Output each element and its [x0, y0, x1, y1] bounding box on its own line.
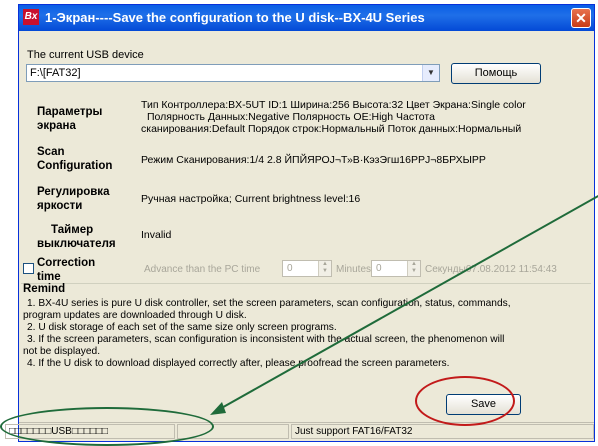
- status-pane-middle: [177, 424, 289, 439]
- minutes-value: 0: [287, 263, 293, 274]
- remind-line: 3. If the screen parameters, scan config…: [27, 334, 505, 345]
- minutes-label: Minutes: [336, 264, 372, 275]
- seconds-stepper[interactable]: 0 ▲ ▼: [371, 260, 421, 277]
- status-usb-indicator: □□□□□□□USB□□□□□□: [5, 424, 175, 439]
- minutes-stepper[interactable]: 0 ▲ ▼: [282, 260, 332, 277]
- usb-device-label: The current USB device: [27, 49, 144, 61]
- brightness-title: Регулировка яркости: [37, 186, 110, 212]
- remind-line: 4. If the U disk to download displayed c…: [27, 358, 450, 369]
- usb-device-select[interactable]: F:\[FAT32] ▼: [26, 64, 440, 82]
- window-title: 1-Экран----Save the configuration to the…: [45, 10, 425, 25]
- advance-label: Advance than the PC time: [144, 264, 261, 275]
- remind-title: Remind: [23, 283, 66, 295]
- save-button[interactable]: Save: [446, 394, 521, 415]
- close-button[interactable]: ✕: [571, 8, 591, 28]
- remind-line: program updates are downloaded through U…: [23, 310, 247, 321]
- spin-arrows-icon[interactable]: ▲ ▼: [407, 261, 420, 276]
- brightness-value: Ручная настройка; Current brightness lev…: [141, 193, 361, 205]
- remind-line: not be displayed.: [23, 346, 101, 357]
- screen-params-title: Параметры экрана: [37, 106, 103, 132]
- seconds-label: Секунды07.08.2012 11:54:43: [425, 264, 557, 275]
- scan-config-title: Scan Configuration: [37, 146, 113, 172]
- timer-value: Invalid: [141, 229, 172, 241]
- save-config-dialog: Bx 1-Экран----Save the configuration to …: [5, 4, 595, 442]
- seconds-value: 0: [376, 263, 382, 274]
- status-fat-support: Just support FAT16/FAT32: [291, 424, 594, 439]
- correction-time-checkbox[interactable]: [23, 263, 34, 274]
- spin-arrows-icon[interactable]: ▲ ▼: [318, 261, 331, 276]
- status-bar: □□□□□□□USB□□□□□□ Just support FAT16/FAT3…: [5, 422, 594, 441]
- scan-config-value: Режим Сканирования:1/4 2.8 ЙПЙЯРОJ¬Т»В·К…: [141, 154, 486, 166]
- remind-line: 1. BX-4U series is pure U disk controlle…: [27, 298, 511, 309]
- app-logo-icon: Bx: [23, 9, 39, 25]
- remind-line: 2. U disk storage of each set of the sam…: [27, 322, 337, 333]
- timer-title: Таймер выключателя: [37, 224, 116, 250]
- chevron-down-icon[interactable]: ▼: [422, 65, 439, 81]
- usb-device-value: F:\[FAT32]: [30, 67, 81, 79]
- correction-time-title: Correction time: [37, 257, 96, 283]
- screen-params-value: Тип Контроллера:BX-5UT ID:1 Ширина:256 В…: [141, 99, 526, 135]
- remind-section: Remind 1. BX-4U series is pure U disk co…: [21, 283, 591, 386]
- help-button[interactable]: Помощь: [451, 63, 541, 84]
- title-bar[interactable]: Bx 1-Экран----Save the configuration to …: [19, 5, 594, 31]
